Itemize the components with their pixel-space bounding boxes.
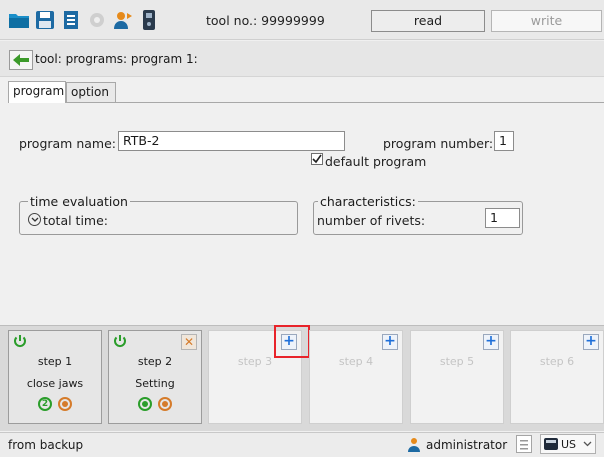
save-icon[interactable] — [34, 9, 56, 31]
step-card-1[interactable]: step 1 close jaws 2 — [8, 330, 102, 424]
step-label: step 2 — [137, 355, 173, 368]
time-evaluation-title: time evaluation — [28, 194, 130, 209]
orange-target-icon — [58, 397, 72, 411]
power-icon[interactable] — [13, 334, 27, 348]
step-card-6[interactable]: + step 6 — [510, 330, 604, 424]
back-arrow-icon — [13, 54, 29, 66]
tab-program[interactable]: program — [8, 81, 66, 103]
step-description: Setting — [135, 377, 175, 390]
write-button[interactable]: write — [491, 10, 602, 32]
notes-icon[interactable] — [516, 435, 532, 453]
status-text: from backup — [8, 438, 84, 452]
power-icon[interactable] — [113, 334, 127, 348]
rivets-label: number of rivets: — [317, 213, 426, 228]
rivets-input[interactable]: 1 — [485, 208, 520, 228]
user-icon — [408, 437, 424, 452]
status-bar — [0, 432, 604, 457]
step-card-4[interactable]: + step 4 — [309, 330, 403, 424]
settings-gear-icon — [86, 9, 108, 31]
program-number-input[interactable]: 1 — [494, 131, 514, 151]
step-count-badge: 2 — [38, 397, 52, 411]
add-step-icon[interactable]: + — [483, 334, 499, 350]
document-list-icon[interactable] — [60, 9, 82, 31]
characteristics-title: characteristics: — [318, 194, 418, 209]
chevron-down-icon — [583, 441, 592, 447]
read-button[interactable]: read — [371, 10, 485, 32]
keyboard-icon — [544, 438, 558, 450]
add-step-icon[interactable]: + — [583, 334, 599, 350]
current-user: administrator — [426, 438, 508, 452]
language-select[interactable]: US — [540, 434, 596, 454]
step-description: close jaws — [26, 377, 84, 390]
step-card-5[interactable]: + step 5 — [410, 330, 504, 424]
close-icon[interactable]: ✕ — [181, 334, 197, 350]
default-program-label: default program — [325, 154, 427, 169]
program-name-input[interactable]: RTB-2 — [118, 131, 345, 151]
tab-divider — [8, 102, 604, 103]
step-label: step 6 — [539, 355, 575, 368]
step-card-2[interactable]: ✕ step 2 Setting — [108, 330, 202, 424]
back-button[interactable] — [9, 50, 33, 70]
add-step-icon[interactable]: + — [382, 334, 398, 350]
green-target-icon — [138, 397, 152, 411]
language-code: US — [561, 437, 577, 451]
step-label: step 5 — [439, 355, 475, 368]
tool-number: tool no.: 99999999 — [206, 13, 325, 28]
program-name-label: program name: — [19, 136, 116, 151]
default-program-checkbox[interactable] — [311, 153, 323, 165]
tab-option[interactable]: option — [66, 82, 116, 102]
step-label: step 1 — [37, 355, 73, 368]
expand-chevron-icon[interactable] — [28, 213, 41, 226]
step-label: step 4 — [338, 355, 374, 368]
highlight-box — [274, 325, 310, 358]
folder-icon[interactable] — [8, 9, 30, 31]
device-icon[interactable] — [138, 9, 160, 31]
total-time-label: total time: — [43, 213, 109, 228]
breadcrumb: tool: programs: program 1: — [35, 52, 198, 66]
program-number-label: program number: — [383, 136, 494, 151]
orange-target-icon — [158, 397, 172, 411]
checkmark-icon — [312, 154, 322, 164]
user-transfer-icon[interactable] — [112, 9, 134, 31]
